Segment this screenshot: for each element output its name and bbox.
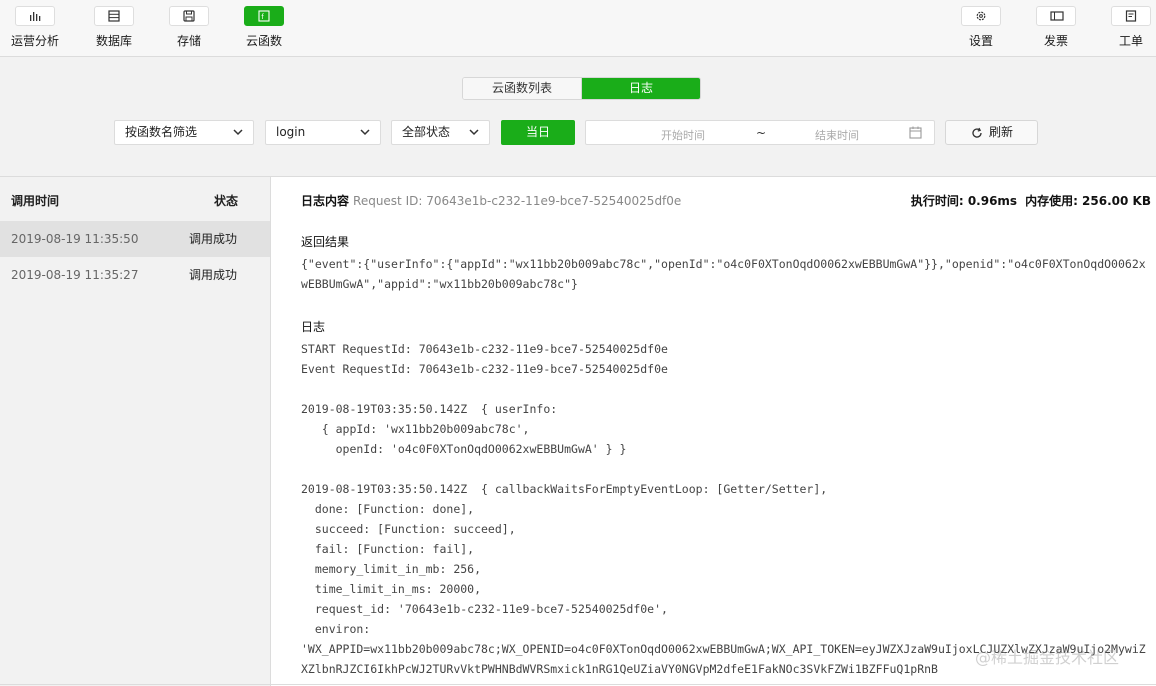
log-start-line: START RequestId: 70643e1b-c232-11e9-bce7…: [301, 342, 668, 356]
invocation-status: 调用成功: [189, 232, 238, 246]
invocation-list: 调用时间 状态 2019-08-19 11:35:50 调用成功 2019-08…: [0, 176, 271, 686]
toolbar-ticket-button[interactable]: 工单: [1096, 6, 1156, 52]
invocation-time: 2019-08-19 11:35:27: [11, 268, 139, 282]
watermark: @稀土掘金技术社区: [975, 648, 1120, 667]
cloud-function-icon: f: [244, 6, 284, 26]
memory-usage: 内存使用: 256.00 KB: [1025, 194, 1151, 208]
refresh-icon: [972, 127, 982, 138]
tab-function-list[interactable]: 云函数列表: [463, 78, 582, 99]
request-id: Request ID: 70643e1b-c232-11e9-bce7-5254…: [353, 194, 682, 208]
filter-by-value: 按函数名筛选: [125, 125, 198, 139]
exec-time: 执行时间: 0.96ms: [910, 194, 1018, 208]
log-content-title: 日志内容: [301, 194, 350, 208]
execution-stats: 执行时间: 0.96ms 内存使用: 256.00 KB: [911, 192, 1151, 209]
list-item[interactable]: 2019-08-19 11:35:50 调用成功: [0, 221, 270, 257]
toolbar-storage-label: 存储: [176, 34, 201, 48]
toolbar-cloud-function-label: 云函数: [245, 34, 282, 48]
chevron-down-icon: [360, 129, 370, 136]
start-time-input[interactable]: 开始时间: [661, 127, 705, 143]
toolbar-settings-label: 设置: [968, 34, 993, 48]
toolbar-analytics-button[interactable]: 运营分析: [0, 6, 70, 52]
invocation-status: 调用成功: [189, 268, 238, 282]
date-range-picker[interactable]: 开始时间 ~ 结束时间: [585, 120, 935, 145]
tab-logs[interactable]: 日志: [582, 78, 700, 99]
column-header-status: 状态: [214, 194, 239, 208]
function-name-dropdown[interactable]: login: [265, 120, 381, 145]
result-text: {"event":{"userInfo":{"appId":"wx11bb20b…: [301, 257, 1146, 291]
invoice-icon: [1036, 6, 1076, 26]
log-content-heading: 日志内容 Request ID: 70643e1b-c232-11e9-bce7-…: [301, 192, 681, 209]
end-time-input[interactable]: 结束时间: [815, 127, 859, 143]
database-icon: [94, 6, 134, 26]
filter-by-dropdown[interactable]: 按函数名筛选: [114, 120, 254, 145]
function-name-value: login: [276, 125, 306, 139]
toolbar-storage-button[interactable]: 存储: [154, 6, 224, 52]
calendar-icon[interactable]: [909, 126, 922, 139]
result-section-label: 返回结果: [301, 235, 350, 249]
refresh-button[interactable]: 刷新: [945, 120, 1038, 145]
view-tabs: 云函数列表 日志: [462, 77, 701, 100]
gear-icon: [961, 6, 1001, 26]
column-header-time: 调用时间: [11, 194, 60, 208]
log-event-line: Event RequestId: 70643e1b-c232-11e9-bce7…: [301, 362, 668, 376]
toolbar-invoice-label: 发票: [1043, 34, 1068, 48]
toolbar-analytics-label: 运营分析: [10, 34, 59, 48]
date-separator: ~: [756, 126, 767, 140]
svg-text:f: f: [261, 13, 264, 21]
toolbar-database-label: 数据库: [95, 34, 132, 48]
storage-icon: [169, 6, 209, 26]
status-dropdown[interactable]: 全部状态: [391, 120, 490, 145]
list-item[interactable]: 2019-08-19 11:35:27 调用成功: [0, 257, 270, 293]
chevron-down-icon: [233, 129, 243, 136]
ticket-icon: [1111, 6, 1151, 26]
top-toolbar: 运营分析 数据库 存储 f 云函数 设置 发票 工单: [0, 0, 1156, 57]
log-entry-context: 2019-08-19T03:35:50.142Z { callbackWaits…: [301, 482, 828, 636]
chevron-down-icon: [469, 129, 479, 136]
toolbar-invoice-button[interactable]: 发票: [1021, 6, 1091, 52]
invocation-time: 2019-08-19 11:35:50: [11, 232, 139, 246]
log-entry-userinfo: 2019-08-19T03:35:50.142Z { userInfo: { a…: [301, 402, 627, 456]
status-value: 全部状态: [402, 125, 451, 139]
log-section-label: 日志: [301, 320, 326, 334]
toolbar-database-button[interactable]: 数据库: [79, 6, 149, 52]
today-button[interactable]: 当日: [501, 120, 575, 145]
list-header: 调用时间 状态: [0, 177, 270, 221]
toolbar-ticket-label: 工单: [1118, 34, 1143, 48]
log-detail-panel: 日志内容 Request ID: 70643e1b-c232-11e9-bce7-…: [271, 176, 1156, 686]
bar-chart-icon: [15, 6, 55, 26]
toolbar-cloud-function-button[interactable]: f 云函数: [229, 6, 299, 52]
refresh-label: 刷新: [989, 125, 1014, 139]
toolbar-settings-button[interactable]: 设置: [946, 6, 1016, 52]
